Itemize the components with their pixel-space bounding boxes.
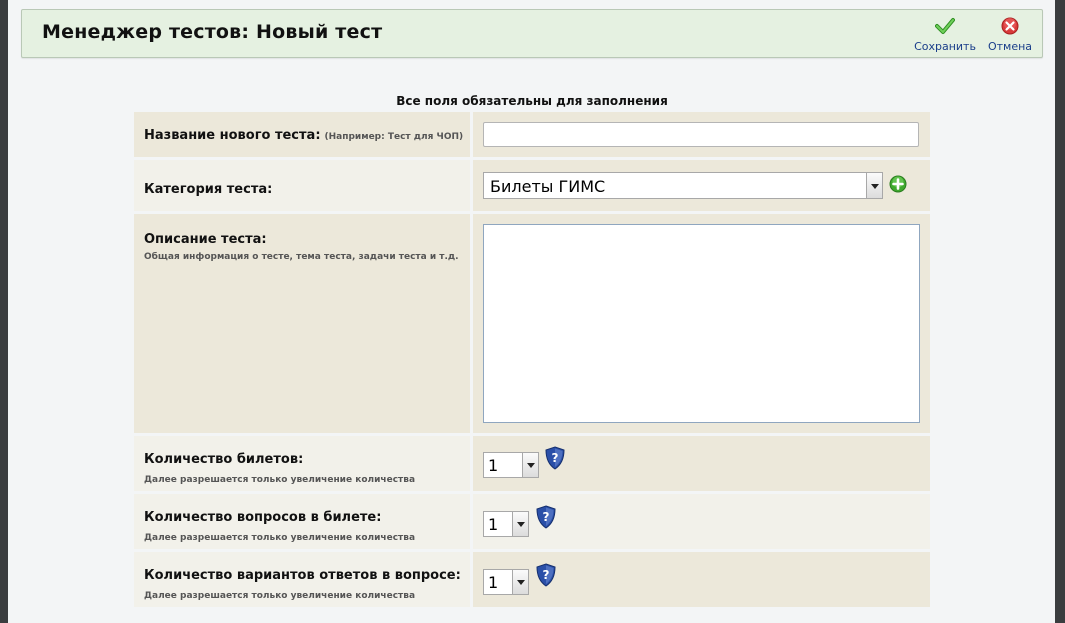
tickets-count-select-cell: 1 ?: [473, 436, 930, 491]
checkmark-icon: [935, 18, 955, 34]
answers-count-label-cell: Количество вариантов ответов в вопросе: …: [134, 552, 470, 607]
questions-count-select[interactable]: 1: [483, 511, 529, 537]
test-name-input-cell: [473, 112, 930, 157]
page-title: Менеджер тестов: Новый тест: [42, 21, 383, 43]
category-dropdown-arrow-icon[interactable]: [866, 173, 882, 198]
category-select-cell: Билеты ГИМС: [473, 160, 930, 211]
category-select[interactable]: Билеты ГИМС: [483, 172, 883, 199]
new-test-form: Название нового теста: (Например: Тест дл…: [134, 112, 930, 610]
answers-count-selected-value: 1: [488, 573, 499, 592]
answers-count-select-cell: 1 ?: [473, 552, 930, 607]
cancel-label: Отмена: [987, 40, 1033, 53]
questions-count-hint: Далее разрешается только увеличение коли…: [144, 533, 416, 543]
add-plus-icon[interactable]: [889, 175, 907, 193]
description-input-cell: [473, 214, 930, 433]
toolbar-header: Менеджер тестов: Новый тест Сохранить От…: [21, 9, 1043, 58]
tickets-count-hint: Далее разрешается только увеличение коли…: [144, 475, 416, 485]
questions-count-selected-value: 1: [488, 515, 499, 534]
close-icon: [1001, 17, 1019, 35]
row-description: Описание теста: Общая информация о тесте…: [134, 214, 930, 433]
help-shield-icon[interactable]: ?: [543, 446, 567, 470]
tickets-count-select[interactable]: 1: [483, 452, 539, 478]
required-note: Все поля обязательны для заполнения: [396, 94, 668, 108]
answers-count-select[interactable]: 1: [483, 569, 529, 595]
questions-count-dropdown-arrow-icon[interactable]: [512, 512, 528, 536]
page: Менеджер тестов: Новый тест Сохранить От…: [8, 0, 1055, 623]
description-textarea[interactable]: [483, 224, 920, 423]
test-name-input[interactable]: [483, 122, 919, 147]
questions-count-select-cell: 1 ?: [473, 494, 930, 549]
test-name-label-cell: Название нового теста: (Например: Тест дл…: [134, 112, 470, 157]
tickets-count-dropdown-arrow-icon[interactable]: [522, 453, 538, 477]
tickets-count-label: Количество билетов:: [144, 452, 304, 467]
category-label: Категория теста:: [144, 182, 273, 197]
save-label: Сохранить: [914, 40, 976, 53]
description-label-cell: Описание теста: Общая информация о тесте…: [134, 214, 470, 433]
test-name-label: Название нового теста:: [144, 128, 321, 143]
row-tickets-count: Количество билетов: Далее разрешается то…: [134, 436, 930, 491]
questions-count-label: Количество вопросов в билете:: [144, 510, 382, 525]
svg-text:?: ?: [543, 510, 550, 524]
answers-count-hint: Далее разрешается только увеличение коли…: [144, 591, 416, 601]
tickets-count-label-cell: Количество билетов: Далее разрешается то…: [134, 436, 470, 491]
help-shield-icon[interactable]: ?: [534, 505, 558, 529]
test-name-hint: (Например: Тест для ЧОП): [324, 132, 464, 142]
cancel-button[interactable]: Отмена: [986, 16, 1034, 53]
svg-text:?: ?: [543, 568, 550, 582]
save-button[interactable]: Сохранить: [914, 16, 976, 53]
svg-text:?: ?: [552, 451, 559, 465]
tickets-count-selected-value: 1: [488, 456, 499, 475]
row-test-name: Название нового теста: (Например: Тест дл…: [134, 112, 930, 157]
questions-count-label-cell: Количество вопросов в билете: Далее разр…: [134, 494, 470, 549]
answers-count-dropdown-arrow-icon[interactable]: [512, 570, 528, 594]
help-shield-icon[interactable]: ?: [534, 563, 558, 587]
description-hint: Общая информация о тесте, тема теста, за…: [144, 252, 459, 262]
category-selected-value: Билеты ГИМС: [490, 177, 606, 196]
category-label-cell: Категория теста:: [134, 160, 470, 211]
row-answers-count: Количество вариантов ответов в вопросе: …: [134, 552, 930, 607]
description-label: Описание теста:: [144, 232, 267, 247]
answers-count-label: Количество вариантов ответов в вопросе:: [144, 568, 461, 583]
row-questions-count: Количество вопросов в билете: Далее разр…: [134, 494, 930, 549]
row-category: Категория теста: Билеты ГИМС: [134, 160, 930, 211]
